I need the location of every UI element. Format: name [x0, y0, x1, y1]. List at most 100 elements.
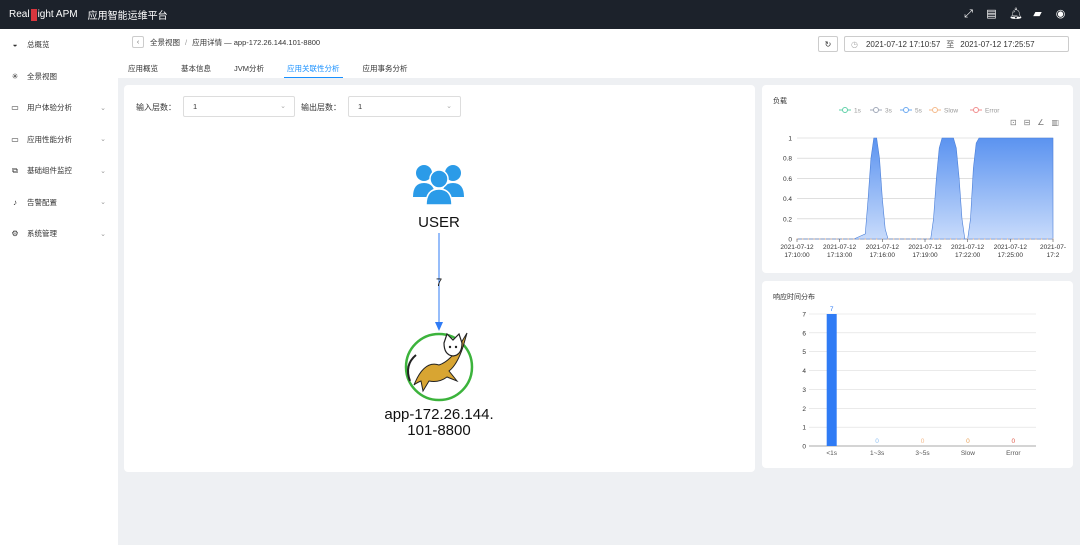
y-tick-label: 5: [802, 349, 806, 356]
y-tick-label: 1: [788, 136, 792, 143]
tab-app-overview[interactable]: 应用概览: [128, 58, 158, 78]
series-point-1s: [802, 238, 804, 240]
series-point-1s: [1046, 238, 1048, 240]
book-icon[interactable]: ▰: [1032, 0, 1043, 29]
series-point-1s: [1041, 238, 1043, 240]
legend-label: Error: [985, 108, 1000, 115]
series-point-1s: [1018, 238, 1020, 240]
load-chart: 1s 3s 5s Slow Error00.20.40.60.812021-07-121…: [780, 107, 1066, 259]
screen-icon: ▭: [11, 134, 19, 144]
bar-value-label: 0: [966, 438, 970, 445]
x-tick-label: 2021-07-12: [994, 244, 1028, 251]
y-tick-label: 0: [788, 237, 792, 244]
sidebar-item-label: 全景视图: [27, 71, 57, 81]
load-chart-card: 负载 1s 3s 5s Slow Error 0 0.2 0.4 0.6 0.8 1 2021-07-…: [762, 85, 1073, 273]
user-node-icon[interactable]: [413, 165, 464, 206]
bell-icon: ♪: [13, 197, 17, 207]
y-tick-label: 0.2: [783, 216, 792, 223]
back-button[interactable]: ‹: [132, 36, 144, 48]
load-area-series: [797, 137, 1054, 240]
bell-icon[interactable]: 🔔︎: [1009, 0, 1023, 29]
time-range-picker[interactable]: ◷ 2021-07-12 17:10:57 至 2021-07-12 17:25…: [844, 36, 1069, 52]
bar-value-label: 0: [875, 438, 879, 445]
series-point-1s: [824, 238, 827, 240]
time-end[interactable]: 2021-07-12 17:25:57: [960, 40, 1034, 49]
legend-marker: [932, 107, 938, 113]
tab-bar: 应用概览 基本信息 JVM分析 应用关联性分析 应用事务分析: [128, 58, 431, 78]
sidebar-item-alerts[interactable]: ♪ 告警配置 ⌄: [0, 187, 118, 219]
sidebar-item-system[interactable]: ⚙ 系统管理 ⌄: [0, 218, 118, 250]
tomcat-node-icon[interactable]: [404, 332, 474, 402]
series-point-1s: [830, 238, 832, 240]
series-point-1s: [950, 238, 952, 240]
series-point-1s: [1035, 238, 1037, 240]
id-card-icon[interactable]: ▤: [986, 0, 997, 29]
legend-label: 3s: [885, 108, 893, 115]
brand-logo[interactable]: Real ight APM 应用智能运维平台: [0, 7, 168, 22]
response-chart: 0 1 2 3 4 5 6 7 7 <1s 0 1~3s 0 3~5s 0 Slow 0 Error: [802, 306, 1036, 457]
series-point-1s: [847, 238, 849, 240]
series-point-1s: [955, 238, 957, 240]
user-node-label: USER: [418, 214, 460, 231]
refresh-button[interactable]: ↻: [818, 36, 838, 52]
app-node-label-line1: app-172.26.144.: [384, 406, 493, 423]
series-point-1s: [984, 238, 986, 240]
sidebar-item-components[interactable]: ⧉ 基础组件监控 ⌄: [0, 155, 118, 187]
chevron-left-icon: ‹: [136, 38, 140, 46]
series-point-1s: [893, 238, 895, 240]
series-point-1s: [1029, 238, 1031, 240]
series-point-1s: [989, 238, 992, 240]
refresh-icon: ↻: [824, 39, 832, 49]
x-tick-label: 2021-07-12: [908, 244, 942, 251]
legend-marker: [973, 107, 979, 113]
sidebar-item-overview[interactable]: ◒ 总概览: [0, 29, 118, 61]
series-point-1s: [915, 238, 918, 240]
line-icon[interactable]: ∠: [1037, 118, 1044, 127]
bar: [826, 314, 837, 446]
sidebar-item-label: 告警配置: [27, 197, 57, 207]
sidebar-item-user-experience[interactable]: ▭ 用户体验分析 ⌄: [0, 92, 118, 124]
components-icon: ⧉: [12, 165, 18, 175]
x-tick-label: 2021-07-: [1040, 244, 1066, 251]
monitor-icon: ▭: [11, 103, 19, 113]
series-point-1s: [1001, 238, 1003, 240]
watermark-logo: 大数跨境: [10, 513, 118, 540]
x-tick-label: 17:13:00: [827, 252, 853, 259]
series-point-1s: [813, 238, 815, 240]
x-tick-label: 2021-07-12: [823, 244, 857, 251]
expand-icon[interactable]: ⤢: [963, 0, 974, 29]
panorama-icon: ✳: [11, 71, 19, 81]
dashboard-icon: ◒: [12, 40, 18, 50]
sidebar-item-label: 基础组件监控: [27, 166, 72, 176]
tab-jvm[interactable]: JVM分析: [234, 58, 264, 78]
y-tick-label: 6: [802, 330, 806, 337]
breadcrumb-current: 应用详情 — app-172.26.144.101-8800: [192, 37, 321, 47]
series-point-1s: [972, 238, 974, 240]
time-start[interactable]: 2021-07-12 17:10:57: [866, 40, 940, 49]
bar-value-label: 0: [921, 438, 925, 445]
brand-name-right: ight APM: [37, 9, 78, 20]
topology-panel: 输入层数： 1 ⌄ 输出层数： 1 ⌄ USER 7 app-172.26.14…: [124, 85, 755, 472]
tab-basic-info[interactable]: 基本信息: [181, 58, 211, 78]
user-circle-icon[interactable]: ◉: [1055, 0, 1066, 29]
zoom-icon[interactable]: ⊡: [1010, 118, 1017, 127]
edge-arrow-icon: [435, 322, 443, 331]
series-point-1s: [864, 238, 866, 240]
sidebar-item-app-performance[interactable]: ▭ 应用性能分析 ⌄: [0, 124, 118, 156]
y-tick-label: 3: [802, 387, 806, 394]
series-point-1s: [995, 238, 997, 240]
y-tick-label: 0.6: [783, 176, 792, 183]
series-point-1s: [836, 238, 838, 240]
y-tick-label: 1: [802, 425, 806, 432]
tab-correlation[interactable]: 应用关联性分析: [284, 58, 342, 78]
breadcrumb-root[interactable]: 全景视图: [150, 37, 180, 48]
bar-icon[interactable]: ▥: [1051, 118, 1059, 127]
zoom-reset-icon[interactable]: ⊟: [1024, 118, 1031, 127]
series-point-1s: [1012, 238, 1014, 240]
x-tick-label: 1~3s: [870, 450, 885, 457]
x-tick-label: Error: [1006, 450, 1021, 457]
tab-transactions[interactable]: 应用事务分析: [363, 58, 408, 78]
sidebar-item-panorama[interactable]: ✳ 全景视图: [0, 61, 118, 93]
x-tick-label: 17:2: [1047, 252, 1060, 259]
main-header: ‹ 全景视图 / 应用详情 — app-172.26.144.101-8800 …: [118, 29, 1080, 78]
